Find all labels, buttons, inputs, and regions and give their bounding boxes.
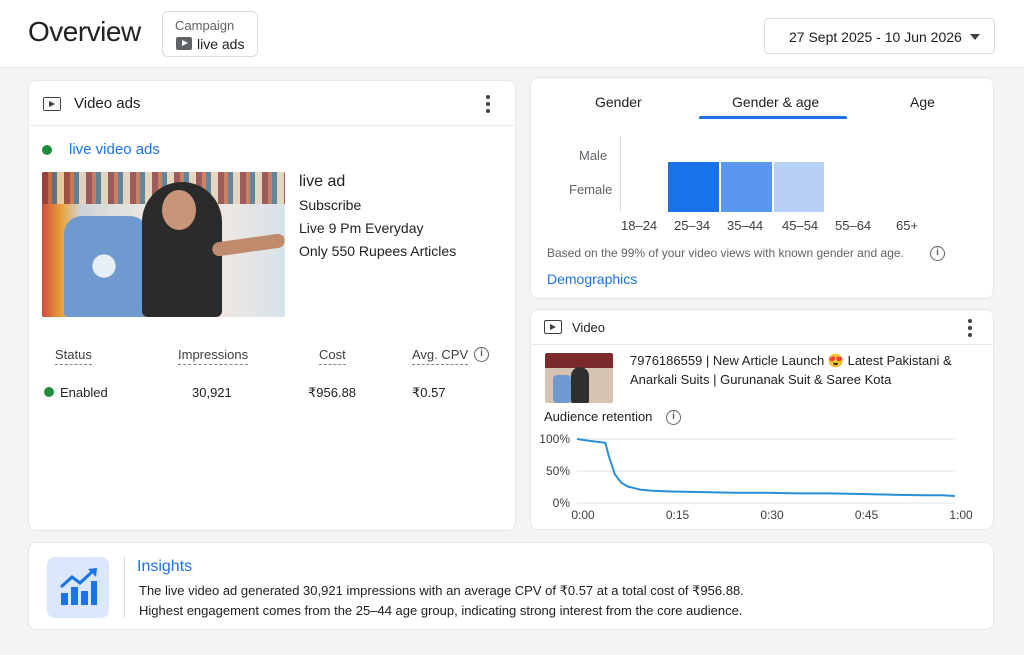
retention-chart: 100% 50% 0% 0:00 0:15 0:30 0:45 1:00 [539, 432, 973, 522]
tab-age[interactable]: Age [910, 94, 935, 110]
bar-45-54[interactable] [774, 162, 824, 212]
card-title: Video ads [74, 95, 141, 112]
video-ads-card: Video ads live video ads live ad Subscri… [28, 80, 516, 531]
ad-video-thumbnail[interactable] [42, 172, 285, 317]
info-icon[interactable]: i [666, 410, 681, 425]
insights-title: Insights [137, 558, 193, 575]
video-icon [43, 97, 61, 111]
x-tick-label: 0:45 [855, 508, 879, 522]
video-ads-card-header: Video ads [29, 81, 515, 126]
status-dot-icon [42, 145, 52, 155]
chart-axis [620, 136, 621, 212]
impressions-header[interactable]: Impressions [178, 347, 249, 365]
tab-gender-age[interactable]: Gender & age [732, 94, 819, 110]
demographics-note: Based on the 99% of your video views wit… [547, 246, 904, 260]
campaign-selector[interactable]: Campaign live ads [162, 11, 258, 57]
top-header: Overview Campaign live ads 27 Sept 2025 … [0, 0, 1024, 68]
ad-name-link[interactable]: live video ads [69, 141, 160, 158]
demographics-link[interactable]: Demographics [547, 271, 637, 287]
demographics-card: Gender Gender & age Age Male Female 18–2… [530, 77, 994, 299]
dropdown-arrow-icon [970, 34, 980, 40]
y-tick-label: 100% [539, 432, 570, 446]
x-tick-label: 0:15 [666, 508, 690, 522]
x-tick-label: 0:30 [760, 508, 784, 522]
info-icon[interactable]: i [474, 347, 489, 362]
date-range-picker[interactable]: 27 Sept 2025 - 10 Jun 2026 [764, 18, 995, 54]
y-tick-label: 50% [546, 464, 570, 478]
video-title[interactable]: 7976186559 | New Article Launch 😍 Latest… [630, 352, 980, 389]
x-tick: 65+ [896, 218, 919, 233]
status-header[interactable]: Status [55, 347, 92, 365]
active-tab-indicator [699, 116, 847, 119]
video-thumbnail[interactable] [545, 353, 613, 403]
campaign-label: Campaign [175, 18, 235, 33]
status-value: Enabled [60, 385, 108, 400]
retention-line [576, 438, 956, 497]
ad-description-line: Subscribe [299, 197, 362, 213]
video-card-header: Video [531, 310, 993, 345]
trending-chart-icon [47, 557, 109, 618]
x-tick-label: 1:00 [949, 508, 973, 522]
info-icon[interactable]: i [930, 246, 945, 261]
bar-25-34[interactable] [668, 162, 719, 212]
cost-header[interactable]: Cost [319, 347, 346, 365]
enabled-dot-icon [44, 387, 54, 397]
divider [124, 556, 125, 618]
row-label-male: Male [579, 148, 608, 163]
avg-cpv-header[interactable]: Avg. CPV [412, 347, 469, 365]
row-label-female: Female [569, 182, 613, 197]
audience-retention-label: Audience retention [544, 409, 653, 424]
x-tick-label: 0:00 [571, 508, 595, 522]
bar-35-44[interactable] [721, 162, 772, 212]
card-title: Video [572, 320, 606, 335]
ad-description-line: Live 9 Pm Everyday [299, 220, 424, 236]
y-tick-label: 0% [553, 496, 571, 510]
insight-line: Highest engagement comes from the 25–44 … [139, 603, 743, 618]
video-campaign-icon [176, 37, 192, 50]
x-tick: 25–34 [674, 218, 711, 233]
ad-text-block: live ad Subscribe Live 9 Pm Everyday Onl… [299, 173, 456, 266]
x-tick: 35–44 [727, 218, 764, 233]
page-title: Overview [28, 16, 141, 47]
campaign-value: live ads [197, 36, 245, 52]
insight-line: The live video ad generated 30,921 impre… [139, 583, 744, 598]
ad-headline: live ad [299, 173, 346, 190]
impressions-value: 30,921 [192, 385, 232, 400]
ad-description-line: Only 550 Rupees Articles [299, 243, 457, 259]
x-tick: 18–24 [621, 218, 658, 233]
more-options-icon[interactable] [486, 95, 490, 113]
video-icon [544, 320, 562, 334]
cost-value: ₹956.88 [308, 385, 357, 400]
insights-card: Insights The live video ad generated 30,… [28, 542, 994, 630]
avg-cpv-value: ₹0.57 [412, 385, 446, 400]
more-options-icon[interactable] [968, 319, 972, 337]
tab-gender[interactable]: Gender [595, 94, 642, 110]
date-range-text: 27 Sept 2025 - 10 Jun 2026 [789, 29, 962, 45]
video-card: Video 7976186559 | New Article Launch 😍 … [530, 309, 994, 530]
x-tick: 45–54 [782, 218, 819, 233]
x-tick: 55–64 [835, 218, 872, 233]
